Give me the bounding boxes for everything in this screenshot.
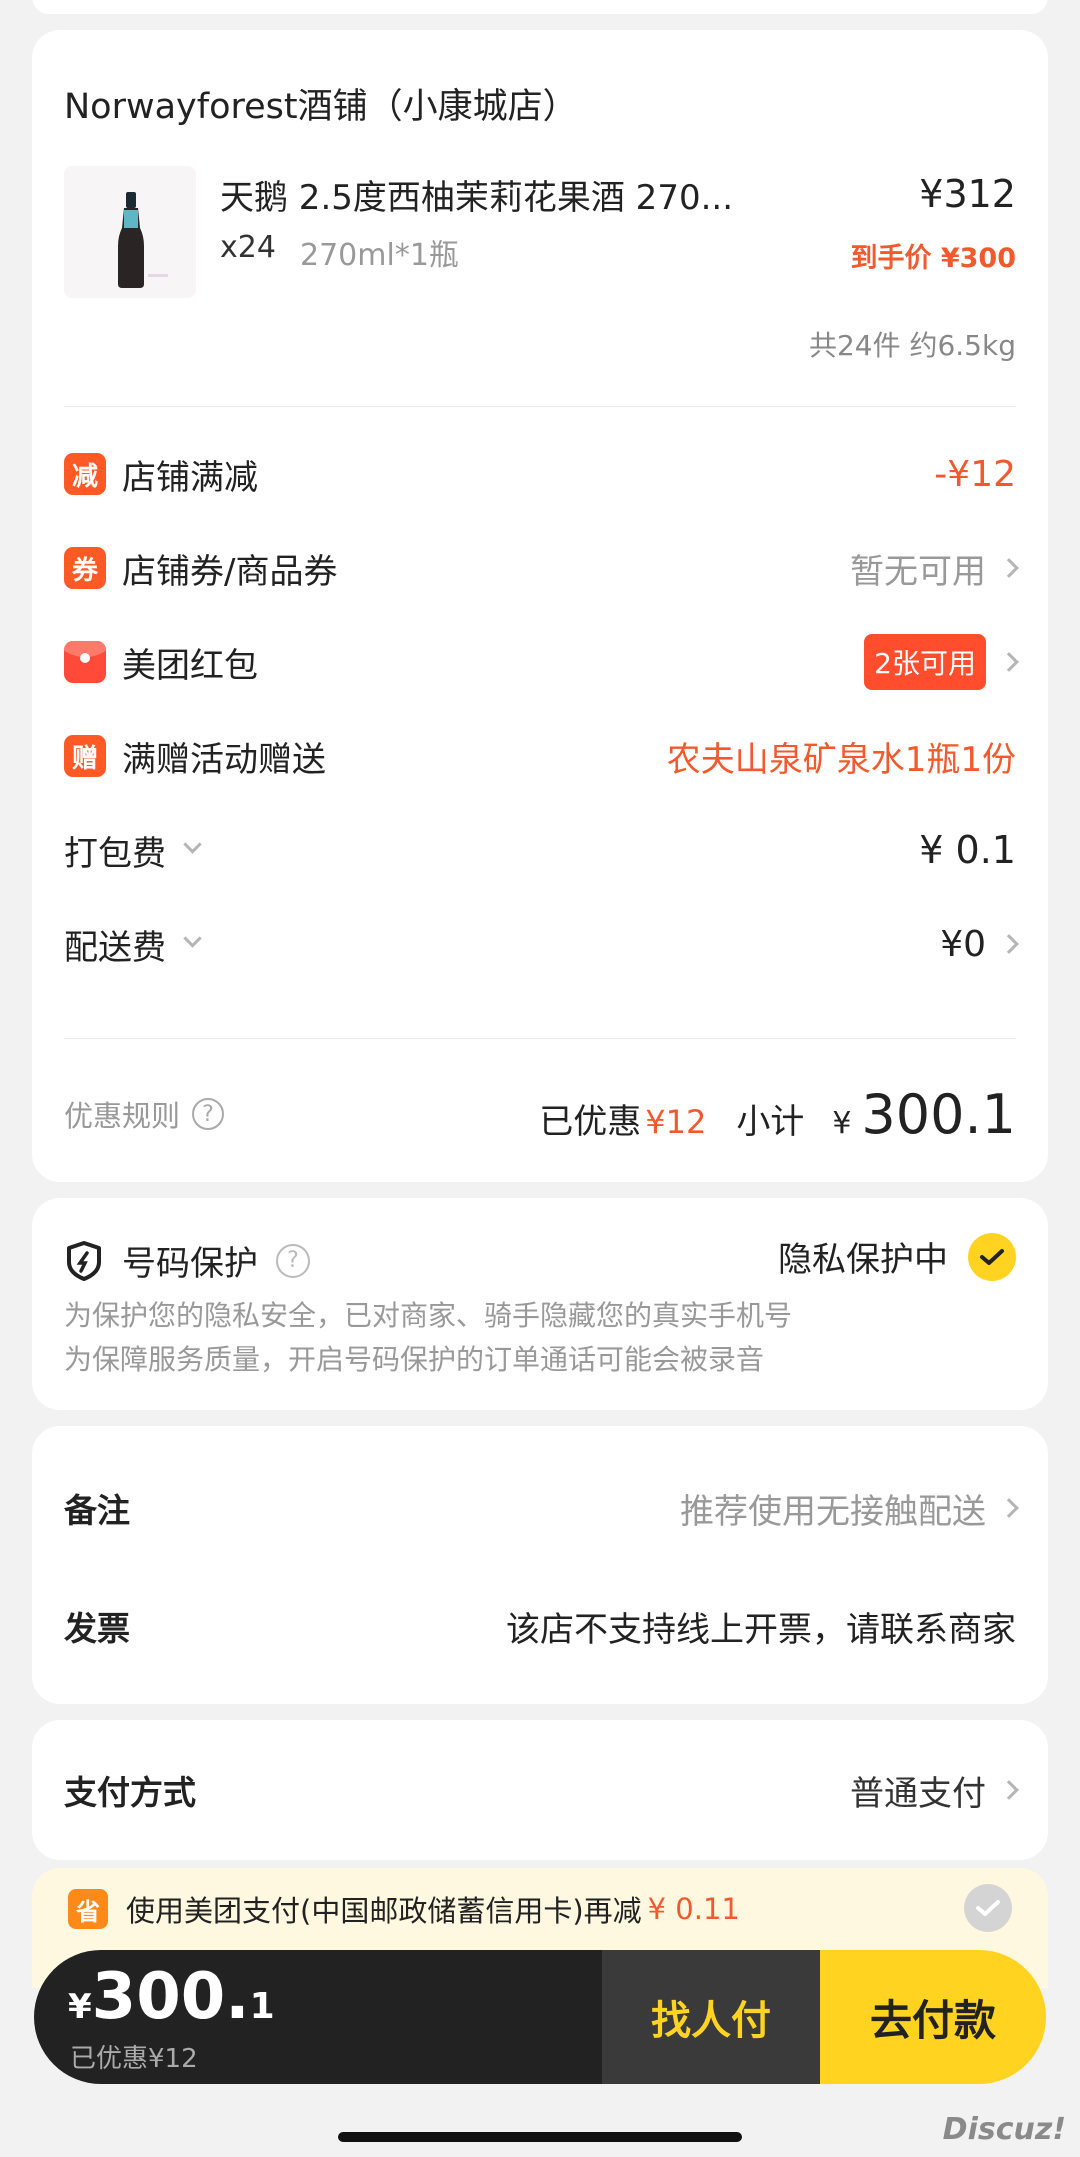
- discount-rules-link[interactable]: 优惠规则 ?: [64, 1093, 225, 1135]
- payment-card: 支付方式 普通支付: [32, 1720, 1048, 1860]
- invoice-label: 发票: [64, 1609, 130, 1648]
- chevron-right-icon: [999, 1498, 1019, 1518]
- product-final-price: 到手价 ¥300: [850, 243, 1016, 274]
- payment-method-label: 支付方式: [64, 1773, 196, 1812]
- red-packet-icon: [64, 641, 106, 683]
- packing-fee-row[interactable]: 打包费 ¥ 0.1: [64, 820, 1016, 880]
- question-icon[interactable]: ?: [276, 1243, 310, 1278]
- chevron-right-icon: [999, 934, 1019, 954]
- discount-rules-label: 优惠规则: [64, 1099, 181, 1133]
- total-amount-int: 300.: [91, 1960, 250, 2034]
- friend-pay-label: 找人付: [651, 1998, 771, 2044]
- total-saved: 已优惠¥12: [70, 2044, 198, 2074]
- promo-amount: ¥ 0.11: [647, 1892, 740, 1926]
- remark-value: 推荐使用无接触配送: [680, 1491, 986, 1532]
- divider: [64, 1038, 1016, 1039]
- privacy-card: 号码保护 ? 隐私保护中 为保护您的隐私安全，已对商家、骑手隐藏您的真实手机号 …: [32, 1198, 1048, 1410]
- red-packet-label: 美团红包: [122, 645, 258, 686]
- delivery-fee-row[interactable]: 配送费 ¥0: [64, 914, 1019, 974]
- gift-tag: 赠: [64, 735, 106, 777]
- promo-check[interactable]: [964, 1884, 1012, 1932]
- red-packet-badge[interactable]: 2张可用: [864, 634, 986, 690]
- notes-card: 备注 推荐使用无接触配送 发票 该店不支持线上开票，请联系商家: [32, 1426, 1048, 1704]
- previous-card-edge: [32, 0, 1048, 14]
- store-discount-row: 减 店铺满减 -¥12: [64, 444, 1016, 504]
- privacy-line-2: 为保障服务质量，开启号码保护的订单通话可能会被录音: [64, 1343, 765, 1376]
- product-title[interactable]: 天鹅 2.5度西柚茉莉花果酒 270...: [220, 170, 733, 219]
- check-icon: [980, 1248, 1004, 1265]
- total-currency: ¥: [68, 1987, 92, 2027]
- shield-icon: [67, 1240, 101, 1281]
- gift-label: 满赠活动赠送: [122, 739, 326, 780]
- promo-text: 使用美团支付(中国邮政储蓄信用卡)再减: [126, 1894, 642, 1928]
- bottom-bar: ¥ 300. 1 已优惠¥12 找人付 去付款: [34, 1950, 1046, 2084]
- coupon-tag: 券: [64, 547, 106, 589]
- invoice-row[interactable]: 发票 该店不支持线上开票，请联系商家: [64, 1596, 1016, 1656]
- delivery-fee-value: ¥0: [940, 923, 986, 965]
- saved-value: ¥12: [645, 1102, 707, 1141]
- check-icon: [976, 1900, 1000, 1916]
- save-icon: 省: [68, 1889, 108, 1929]
- friend-pay-button[interactable]: 找人付: [602, 1950, 820, 2084]
- store-discount-value: -¥12: [934, 453, 1016, 495]
- subtotal-currency: ¥: [832, 1105, 852, 1141]
- privacy-line-1: 为保护您的隐私安全，已对商家、骑手隐藏您的真实手机号: [64, 1299, 793, 1332]
- home-indicator[interactable]: [338, 2132, 742, 2142]
- total-amount-area: ¥ 300. 1 已优惠¥12: [34, 1950, 602, 2084]
- remark-row[interactable]: 备注 推荐使用无接触配送: [64, 1478, 1019, 1538]
- chevron-right-icon: [999, 652, 1019, 672]
- payment-method-row[interactable]: 支付方式 普通支付: [64, 1760, 1019, 1820]
- chevron-down-icon: [183, 834, 202, 854]
- remark-label: 备注: [64, 1491, 130, 1530]
- summary-row: 优惠规则 ? 已优惠 ¥12 小计 ¥ 300.1: [64, 1082, 1016, 1146]
- gift-value: 农夫山泉矿泉水1瓶1份: [666, 739, 1016, 780]
- saved-label: 已优惠: [539, 1101, 642, 1142]
- product-price: ¥312: [919, 172, 1016, 216]
- bottle-icon: [118, 192, 168, 288]
- product-qty: x24: [220, 230, 276, 265]
- chevron-right-icon: [999, 1780, 1019, 1800]
- chevron-down-icon: [183, 928, 202, 948]
- total-amount-dec: 1: [249, 1986, 275, 2027]
- question-icon: ?: [192, 1098, 225, 1130]
- coupon-label: 店铺券/商品券: [122, 551, 338, 592]
- privacy-status: 隐私保护中: [778, 1240, 948, 1280]
- packing-fee-label: 打包费: [64, 833, 166, 874]
- delivery-fee-label: 配送费: [64, 927, 166, 968]
- invoice-value: 该店不支持线上开票，请联系商家: [506, 1609, 1016, 1650]
- discount-tag: 减: [64, 453, 106, 495]
- product-image[interactable]: [64, 166, 196, 298]
- pay-button[interactable]: 去付款: [820, 1950, 1046, 2084]
- payment-method-value: 普通支付: [850, 1773, 986, 1814]
- red-packet-row[interactable]: 美团红包 2张可用: [64, 632, 1019, 692]
- store-discount-label: 店铺满减: [122, 457, 258, 498]
- coupon-row[interactable]: 券 店铺券/商品券 暂无可用: [64, 538, 1019, 598]
- watermark: Discuz!: [942, 2112, 1066, 2147]
- gift-row: 赠 满赠活动赠送 农夫山泉矿泉水1瓶1份: [64, 726, 1016, 786]
- order-card: Norwayforest酒铺（小康城店） 天鹅 2.5度西柚茉莉花果酒 270.…: [32, 30, 1048, 1182]
- divider: [64, 406, 1016, 407]
- product-spec: 270ml*1瓶: [300, 238, 459, 273]
- subtotal-value: 300.1: [861, 1082, 1016, 1146]
- shop-name[interactable]: Norwayforest酒铺（小康城店）: [64, 78, 578, 129]
- total-info: 共24件 约6.5kg: [808, 329, 1016, 362]
- privacy-title: 号码保护: [122, 1244, 258, 1284]
- coupon-value: 暂无可用: [850, 551, 986, 592]
- privacy-toggle-check[interactable]: [968, 1232, 1016, 1281]
- subtotal-label: 小计: [736, 1101, 805, 1142]
- packing-fee-value: ¥ 0.1: [919, 828, 1016, 872]
- pay-label: 去付款: [869, 1995, 996, 2045]
- chevron-right-icon: [999, 558, 1019, 578]
